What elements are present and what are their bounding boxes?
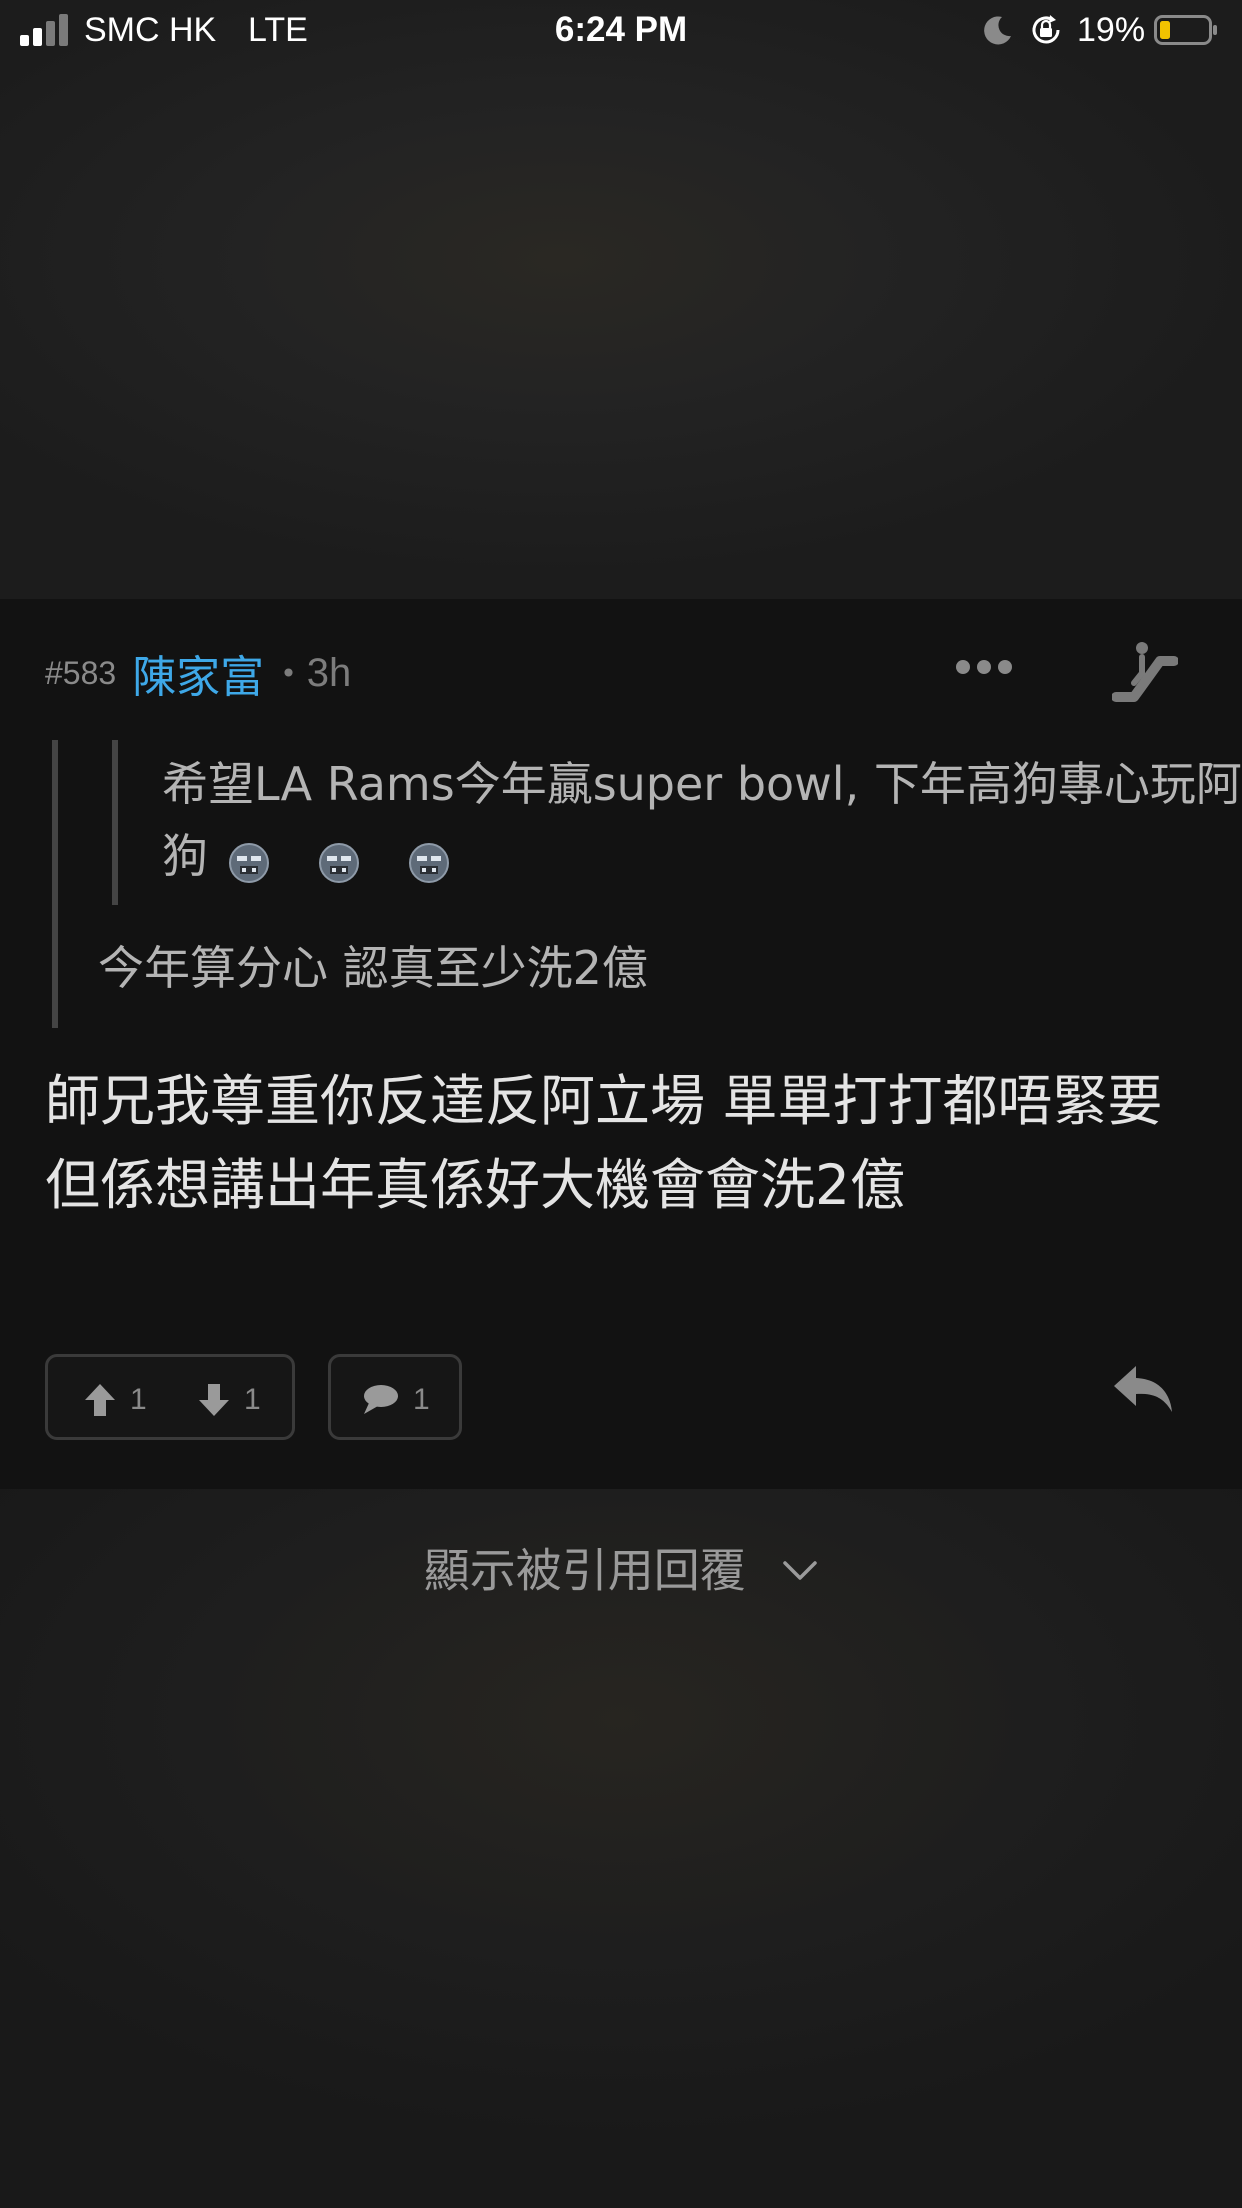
post-body-line: 師兄我尊重你反達反阿立場 單單打打都唔緊要 (45, 1069, 1163, 1133)
crying-face-emoji (229, 843, 269, 883)
crying-face-emoji (319, 843, 359, 883)
downvote-button[interactable]: 1 (198, 1381, 261, 1419)
show-quoted-replies-label: 顯示被引用回覆 (423, 1543, 746, 1598)
vote-box: 1 1 (45, 1354, 295, 1440)
battery-percentage: 19% (1077, 11, 1146, 49)
post-header: #583 陳家富 • 3h (45, 641, 352, 705)
rotation-lock-icon (1032, 15, 1060, 44)
floor-number: #583 (45, 654, 117, 691)
comment-icon (364, 1385, 398, 1414)
show-quoted-replies-button[interactable]: 顯示被引用回覆 (0, 1537, 1242, 1601)
quote-block: 希望LA Rams今年贏super bowl, 下年高狗專心玩阿狗 今年算分心 … (52, 740, 1242, 1028)
nested-quote-text: 希望LA Rams今年贏super bowl, 下年高狗專心玩阿狗 (162, 748, 1242, 896)
downvote-count: 1 (244, 1383, 261, 1416)
nested-quote-block: 希望LA Rams今年贏super bowl, 下年高狗專心玩阿狗 (112, 740, 1242, 905)
upvote-count: 1 (130, 1383, 147, 1416)
crying-face-emoji (409, 843, 449, 883)
battery-icon (1154, 15, 1217, 45)
quote-text: 今年算分心 認真至少洗2億 (98, 941, 648, 995)
escalator-icon[interactable] (1112, 639, 1178, 705)
upvote-icon (85, 1384, 115, 1416)
comment-button[interactable]: 1 (328, 1354, 462, 1440)
upvote-button[interactable]: 1 (84, 1381, 147, 1419)
comment-count: 1 (413, 1383, 430, 1416)
username-link[interactable]: 陳家富 (132, 641, 264, 705)
post-body-line: 但係想講出年真係好大機會會洗2億 (45, 1153, 905, 1217)
moon-icon (984, 16, 1011, 45)
separator-dot: • (280, 656, 297, 690)
post-body: 師兄我尊重你反達反阿立場 單單打打都唔緊要 但係想講出年真係好大機會會洗2億 (45, 1059, 1195, 1227)
chevron-down-icon (783, 1560, 818, 1580)
background-top (0, 0, 1242, 599)
emoji-row (228, 824, 498, 896)
post-card: #583 陳家富 • 3h 希望LA Rams今年贏super bowl, 下年… (0, 599, 1242, 1489)
post-time: 3h (306, 650, 352, 695)
status-bar: SMC HK LTE 6:24 PM 19% (0, 0, 1242, 62)
downvote-icon (199, 1384, 229, 1416)
comment-inner: 1 (361, 1381, 430, 1419)
reply-icon[interactable] (1112, 1364, 1174, 1414)
more-icon[interactable] (956, 660, 1012, 676)
